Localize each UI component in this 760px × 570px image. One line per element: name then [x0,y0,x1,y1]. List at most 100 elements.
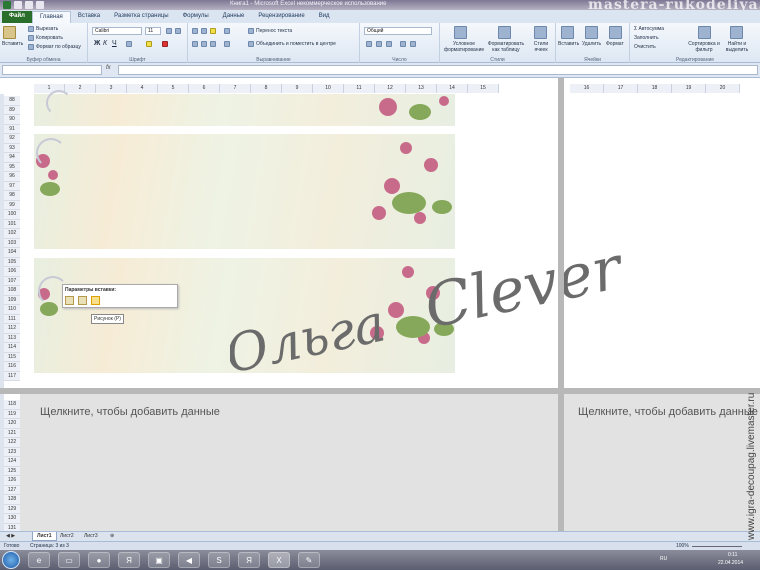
row-header[interactable]: 102 [4,229,20,239]
placeholder-text-left[interactable]: Щелкните, чтобы добавить данные [40,406,220,418]
format-painter-button[interactable]: Формат по образцу [36,44,81,50]
orientation-icon[interactable] [224,28,230,34]
skype-icon[interactable]: S [208,552,230,568]
row-header[interactable]: 97 [4,181,20,191]
row-header[interactable]: 116 [4,362,20,372]
column-header[interactable]: 4 [127,84,158,93]
cut-button[interactable]: Вырезать [36,26,58,32]
paste-option-icon[interactable] [65,296,74,305]
decrease-decimal-icon[interactable] [410,41,416,47]
ie-icon[interactable]: e [28,552,50,568]
row-header[interactable]: 108 [4,286,20,296]
tab-home[interactable]: Главная [31,11,71,23]
clock-time[interactable]: 0:11 [728,552,737,558]
indent-icon[interactable] [224,41,230,47]
row-header[interactable]: 124 [4,457,20,467]
format-cells-button[interactable]: Формат [606,41,624,47]
font-color-icon[interactable] [162,41,168,47]
row-header[interactable]: 129 [4,504,20,514]
row-header[interactable]: 98 [4,191,20,201]
conditional-format-icon[interactable] [454,26,467,39]
redo-icon[interactable] [36,1,44,9]
font-size-select[interactable]: 11 [145,27,161,35]
row-header[interactable]: 91 [4,124,20,134]
format-as-table-button[interactable]: Форматировать как таблицу [486,41,526,53]
format-cells-icon[interactable] [609,26,622,39]
italic-icon[interactable]: К [103,40,107,47]
font-name-select[interactable]: Calibri [92,27,142,35]
row-header[interactable]: 106 [4,267,20,277]
row-header[interactable]: 125 [4,466,20,476]
column-header[interactable]: 13 [406,84,437,93]
row-header[interactable]: 114 [4,343,20,353]
row-header[interactable]: 126 [4,476,20,486]
page-placeholder-left[interactable]: Щелкните, чтобы добавить данные [20,394,558,531]
start-button-icon[interactable] [2,551,20,569]
column-header[interactable]: 18 [638,84,672,93]
media-icon[interactable]: ◀ [178,552,200,568]
tab-page-layout[interactable]: Разметка страницы [107,11,175,23]
wrap-text-icon[interactable] [248,28,254,34]
fill-button[interactable]: Заполнить [634,35,659,41]
yandex-icon[interactable]: Я [118,552,140,568]
column-header[interactable]: 20 [706,84,740,93]
format-as-table-icon[interactable] [498,26,511,39]
row-header[interactable]: 112 [4,324,20,334]
row-header[interactable]: 117 [4,371,20,381]
column-header[interactable]: 14 [437,84,468,93]
column-header[interactable]: 16 [570,84,604,93]
row-header[interactable]: 109 [4,295,20,305]
undo-icon[interactable] [25,1,33,9]
name-box[interactable] [2,65,102,75]
row-header[interactable]: 94 [4,153,20,163]
row-header[interactable]: 100 [4,210,20,220]
comma-icon[interactable] [386,41,392,47]
column-header[interactable]: 6 [189,84,220,93]
row-header[interactable]: 122 [4,438,20,448]
paste-icon[interactable] [3,26,16,39]
grow-font-icon[interactable] [166,28,172,34]
row-header[interactable]: 119 [4,409,20,419]
number-format-select[interactable]: Общий [364,27,432,35]
row-header[interactable]: 111 [4,314,20,324]
format-painter-icon[interactable] [28,44,34,50]
fill-color-icon[interactable] [146,41,152,47]
autosum-button[interactable]: Σ Автосумма [634,26,664,32]
copy-icon[interactable] [28,35,34,41]
row-header[interactable]: 118 [4,400,20,410]
tab-data[interactable]: Данные [216,11,252,23]
row-header[interactable]: 128 [4,495,20,505]
borders-icon[interactable] [126,41,132,47]
paste-option-icon[interactable] [78,296,87,305]
find-select-icon[interactable] [730,26,743,39]
column-header[interactable]: 3 [96,84,127,93]
copy-button[interactable]: Копировать [36,35,63,41]
formula-input[interactable] [118,65,758,75]
row-header[interactable]: 88 [4,96,20,106]
row-header[interactable]: 127 [4,485,20,495]
row-header[interactable]: 95 [4,162,20,172]
increase-decimal-icon[interactable] [400,41,406,47]
align-middle-icon[interactable] [201,28,207,34]
column-header[interactable]: 15 [468,84,499,93]
cell-styles-icon[interactable] [534,26,547,39]
underline-icon[interactable]: Ч [112,40,117,47]
tab-file[interactable]: Файл [2,11,32,23]
yandex-browser-icon[interactable]: Я [238,552,260,568]
fx-icon[interactable]: fx [106,65,111,71]
tab-nav-icon[interactable]: ◀ ▶ [2,532,19,541]
language-indicator[interactable]: RU [660,556,667,562]
row-header[interactable]: 105 [4,257,20,267]
conditional-format-button[interactable]: Условное форматирование [444,41,484,53]
align-top-icon[interactable] [192,28,198,34]
currency-icon[interactable] [366,41,372,47]
merge-center-button[interactable]: Объединить и поместить в центре [256,41,336,47]
row-header[interactable]: 121 [4,428,20,438]
row-header[interactable]: 89 [4,105,20,115]
firefox-icon[interactable]: ● [88,552,110,568]
column-header[interactable]: 9 [282,84,313,93]
delete-cells-button[interactable]: Удалить [582,41,601,47]
cut-icon[interactable] [28,26,34,32]
wrap-text-button[interactable]: Перенос текста [256,28,292,34]
folder-icon[interactable]: ▭ [58,552,80,568]
